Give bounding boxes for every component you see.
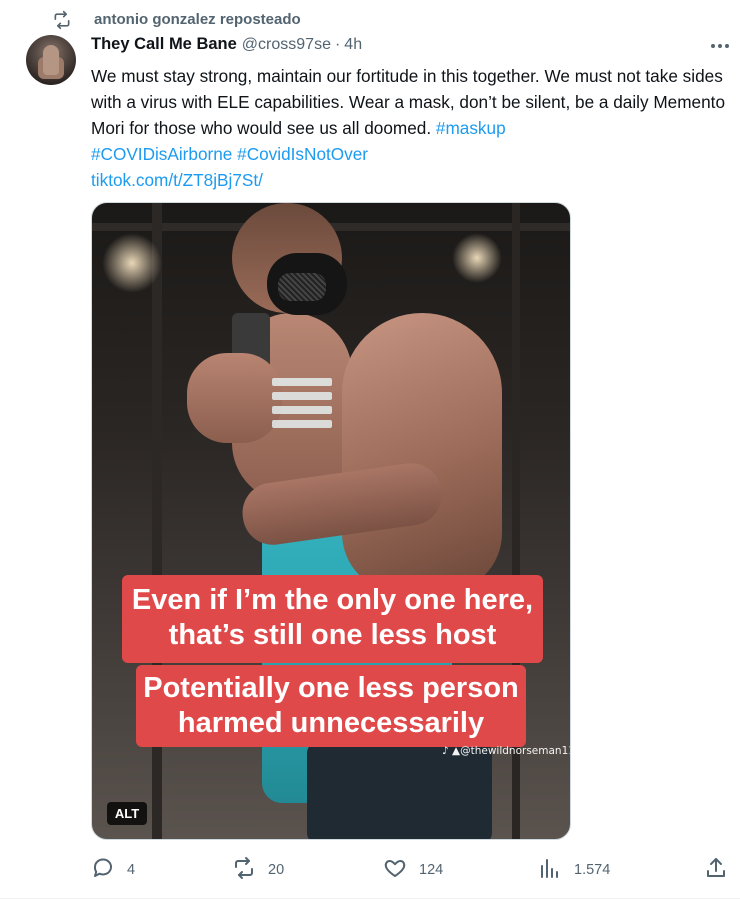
tweet-actions: 4 20 124 1.574 (91, 855, 737, 885)
repost-button[interactable]: 20 (232, 855, 284, 885)
repost-indicator: antonio gonzalez reposteado (50, 8, 301, 32)
repost-icon (232, 856, 256, 885)
tweet-link[interactable]: tiktok.com/t/ZT8jBj7St/ (91, 170, 263, 190)
like-count: 124 (419, 862, 444, 878)
repost-count: 20 (268, 862, 285, 878)
more-icon[interactable] (706, 36, 734, 56)
separator-dot: · (334, 36, 341, 53)
reply-icon (91, 856, 115, 885)
caption-line-4: harmed unnecessarily (177, 707, 485, 739)
repost-icon (50, 8, 74, 32)
views-button[interactable]: 1.574 (538, 855, 610, 885)
author-handle[interactable]: @cross97se (242, 36, 331, 54)
image-caption-top: Even if I’m the only one here, that’s st… (122, 575, 543, 663)
tweet-divider (0, 898, 740, 899)
author-name[interactable]: They Call Me Bane (91, 35, 237, 54)
caption-line-2: that’s still one less host (168, 619, 497, 651)
hashtag-covidisnotover[interactable]: #CovidIsNotOver (237, 144, 368, 164)
tweet-header: They Call Me Bane @cross97se · 4h (91, 35, 362, 57)
reply-button[interactable]: 4 (91, 855, 135, 885)
views-icon (538, 856, 562, 885)
tweet-text: We must stay strong, maintain our fortit… (91, 63, 737, 193)
avatar[interactable] (26, 35, 76, 85)
caption-line-3: Potentially one less person (143, 672, 519, 704)
tweet-body: We must stay strong, maintain our fortit… (91, 66, 726, 138)
heart-icon (383, 856, 407, 885)
tweet-card[interactable]: antonio gonzalez reposteado They Call Me… (0, 0, 740, 900)
timestamp[interactable]: 4h (344, 36, 362, 54)
alt-badge[interactable]: ALT (107, 802, 147, 825)
share-icon (704, 856, 728, 885)
repost-label[interactable]: antonio gonzalez reposteado (94, 11, 301, 28)
hashtag-covidisairborne[interactable]: #COVIDisAirborne (91, 144, 232, 164)
views-count: 1.574 (574, 862, 611, 878)
tweet-image[interactable]: Even if I’m the only one here, that’s st… (91, 202, 571, 840)
like-button[interactable]: 124 (383, 855, 443, 885)
caption-line-1: Even if I’m the only one here, (131, 584, 534, 616)
image-watermark: ♪ ▲@thewildnorseman11 (442, 745, 571, 757)
reply-count: 4 (127, 862, 136, 878)
share-button[interactable] (704, 855, 728, 885)
hashtag-maskup[interactable]: #maskup (436, 118, 506, 138)
image-caption-bottom: Potentially one less person harmed unnec… (136, 665, 526, 747)
